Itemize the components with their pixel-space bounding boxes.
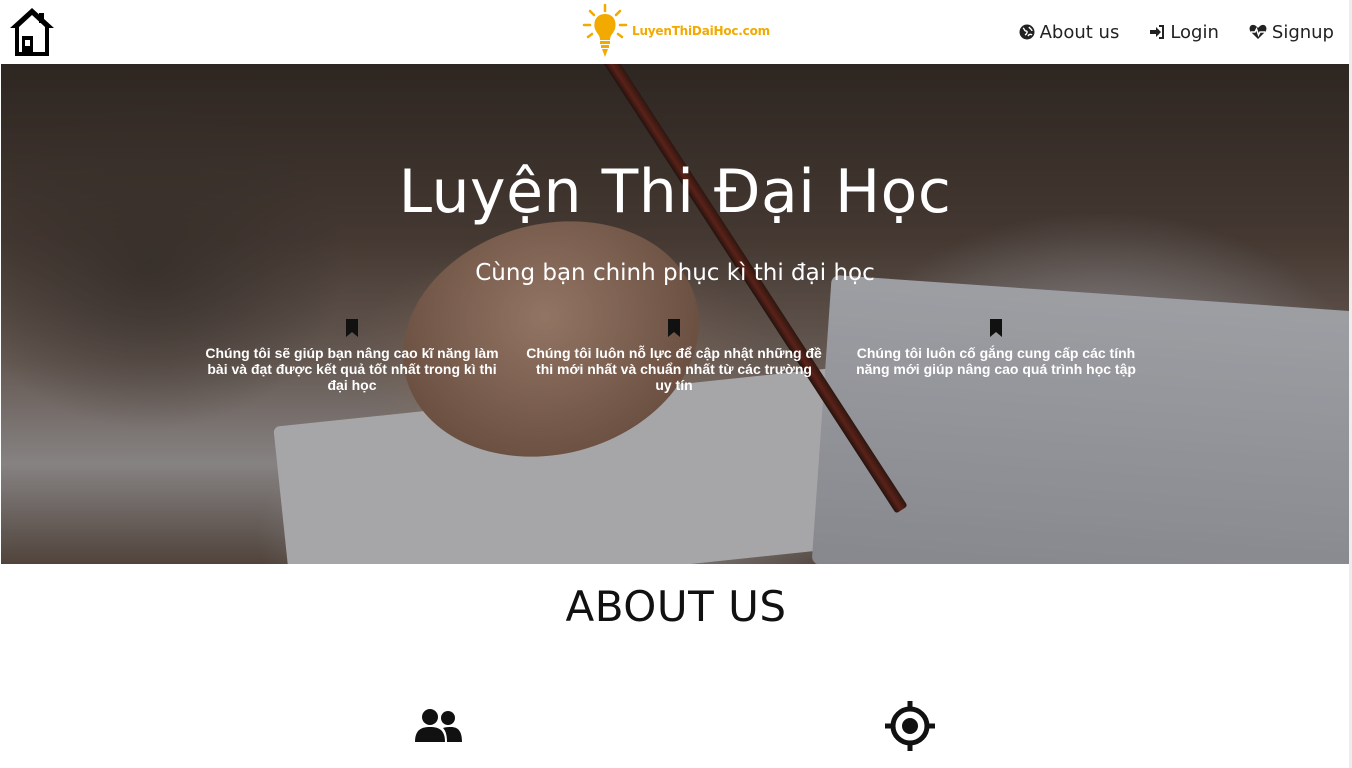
heartbeat-icon [1249,24,1267,39]
bookmark-icon [668,319,680,337]
nav-signup[interactable]: Signup [1249,22,1334,43]
feature-item: Chúng tôi luôn nỗ lực để cập nhật những … [526,319,822,393]
bookmark-icon [346,319,358,337]
logo-text: LuyenThiDaiHoc.com [632,24,770,38]
feature-item: Chúng tôi luôn cố gắng cung cấp các tính… [848,319,1144,377]
nav-login[interactable]: Login [1149,22,1219,43]
feature-text: Chúng tôi luôn nỗ lực để cập nhật những … [526,345,822,393]
site-logo[interactable]: LuyenThiDaiHoc.com [580,2,770,60]
nav-label-about: About us [1039,21,1120,43]
top-navbar: LuyenThiDaiHoc.com About us Login Signup [0,0,1352,64]
feature-text: Chúng tôi luôn cố gắng cung cấp các tính… [856,345,1136,377]
main-nav: About us Login Signup [1019,0,1334,64]
feature-item: Chúng tôi sẽ giúp bạn nâng cao kĩ năng l… [204,319,500,393]
about-title: ABOUT US [565,582,787,631]
hero-title: Luyện Thi Đại Học [398,157,952,227]
lightbulb-icon [582,3,628,57]
nav-label-login: Login [1170,21,1219,43]
nav-label-signup: Signup [1271,21,1334,43]
hero-overlay [1,64,1349,564]
feature-text: Chúng tôi sẽ giúp bạn nâng cao kĩ năng l… [205,345,499,393]
bookmark-icon [990,319,1002,337]
globe-icon [1019,24,1035,40]
hero-subtitle: Cùng bạn chinh phục kì thi đại học [475,260,875,286]
hero-banner: Luyện Thi Đại Học Cùng bạn chinh phục kì… [1,64,1349,564]
sign-in-icon [1150,25,1165,39]
users-icon [415,709,462,742]
home-icon[interactable] [8,6,56,58]
nav-about-us[interactable]: About us [1019,21,1120,43]
crosshairs-icon [885,701,935,751]
